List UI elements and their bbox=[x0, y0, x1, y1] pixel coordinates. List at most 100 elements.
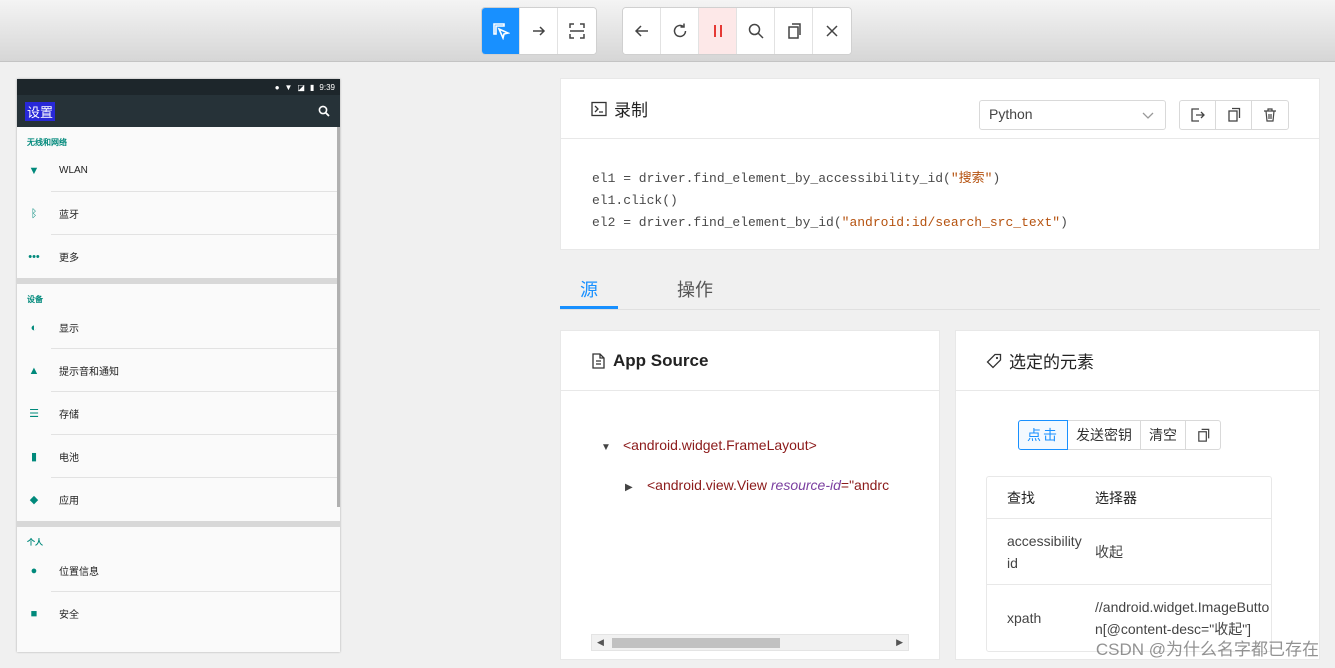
quit-session-button[interactable] bbox=[813, 8, 851, 54]
settings-item-security[interactable]: ■ 安全 bbox=[17, 592, 340, 635]
tab-source[interactable]: 源 bbox=[560, 276, 618, 309]
settings-item-label: 位置信息 bbox=[51, 549, 340, 592]
section-header: 无线和网络 bbox=[27, 138, 67, 147]
wifi-status-icon: ▼ bbox=[284, 82, 293, 92]
copy-code-button[interactable] bbox=[1216, 101, 1252, 129]
chevron-down-icon bbox=[1142, 112, 1154, 119]
settings-item-apps[interactable]: ◆ 应用 bbox=[17, 478, 340, 521]
tree-node-label: <android.view.View bbox=[647, 477, 771, 493]
settings-item-storage[interactable]: ☰ 存储 bbox=[17, 392, 340, 435]
code-text: el2 = driver.find_element_by_id( bbox=[592, 215, 842, 230]
more-icon: ••• bbox=[28, 250, 40, 263]
file-icon bbox=[591, 352, 606, 369]
session-actions-group bbox=[622, 7, 852, 55]
clear-button[interactable]: 清空 bbox=[1140, 420, 1186, 450]
settings-item-label: 提示音和通知 bbox=[51, 349, 340, 392]
section-wireless: 无线和网络 ▼ WLAN ᛒ 蓝牙 ••• 更多 bbox=[17, 127, 340, 284]
refresh-icon bbox=[673, 23, 686, 38]
column-header-find: 查找 bbox=[1007, 489, 1035, 506]
swipe-button[interactable] bbox=[520, 8, 558, 54]
table-row: accessibility id 收起 bbox=[987, 519, 1271, 585]
caret-down-icon[interactable]: ▼ bbox=[601, 442, 623, 453]
location-icon: ● bbox=[30, 564, 38, 577]
code-line: el2 = driver.find_element_by_id("android… bbox=[592, 215, 1068, 230]
bluetooth-icon: ᛒ bbox=[30, 207, 38, 220]
selected-element-header: 选定的元素 bbox=[956, 331, 1319, 391]
no-sim-icon: ◪ bbox=[297, 82, 306, 92]
selector-value[interactable]: 收起 bbox=[1085, 542, 1271, 562]
settings-item-wlan[interactable]: ▼ WLAN bbox=[17, 149, 340, 192]
code-line: el1.click() bbox=[592, 193, 678, 208]
scroll-left-icon[interactable]: ◀ bbox=[597, 637, 604, 648]
tree-node-framelayout[interactable]: ▼ <android.widget.FrameLayout> bbox=[601, 437, 817, 453]
recorded-code: el1 = driver.find_element_by_accessibili… bbox=[592, 168, 1068, 234]
settings-item-display[interactable]: ◐ 显示 bbox=[17, 306, 340, 349]
code-text: el1 = driver.find_element_by_accessibili… bbox=[592, 171, 951, 186]
caret-right-icon[interactable]: ▶ bbox=[625, 482, 647, 493]
recorder-actions bbox=[1179, 100, 1289, 130]
language-select[interactable]: Python bbox=[979, 100, 1166, 130]
refresh-button[interactable] bbox=[661, 8, 699, 54]
display-icon: ◐ bbox=[30, 321, 38, 334]
scrollbar-thumb[interactable] bbox=[612, 638, 780, 648]
copy-icon bbox=[1227, 107, 1240, 122]
select-icon bbox=[492, 23, 510, 40]
device-status-bar: ● ▼ ◪ ▮ 9:39 bbox=[17, 79, 340, 95]
code-line: el1 = driver.find_element_by_accessibili… bbox=[592, 171, 1000, 186]
settings-item-battery[interactable]: ▮ 电池 bbox=[17, 435, 340, 478]
show-boilerplate-button[interactable] bbox=[1180, 101, 1216, 129]
scan-icon bbox=[569, 23, 585, 39]
selector-table: 查找 选择器 accessibility id 收起 xpath //andro… bbox=[986, 476, 1272, 652]
clear-recording-button[interactable] bbox=[1252, 101, 1288, 129]
pause-icon bbox=[713, 25, 722, 37]
settings-item-location[interactable]: ● 位置信息 bbox=[17, 549, 340, 592]
settings-item-bluetooth[interactable]: ᛒ 蓝牙 bbox=[17, 192, 340, 235]
settings-app-bar: 设置 bbox=[17, 95, 340, 127]
battery-icon: ▮ bbox=[30, 451, 38, 463]
settings-item-label: WLAN bbox=[51, 149, 340, 192]
back-button[interactable] bbox=[623, 8, 661, 54]
find-strategy: xpath bbox=[1007, 610, 1042, 626]
search-button[interactable] bbox=[737, 8, 775, 54]
app-source-title: App Source bbox=[613, 350, 709, 370]
copy-xml-button[interactable] bbox=[775, 8, 813, 54]
copy-attributes-button[interactable] bbox=[1185, 420, 1221, 450]
section-device: 设备 ◐ 显示 ▲ 提示音和通知 ☰ 存储 ▮ 电池 ◆ 应用 bbox=[17, 284, 340, 527]
export-icon bbox=[1190, 108, 1205, 122]
tap-coordinates-button[interactable] bbox=[558, 8, 596, 54]
status-time: 9:39 bbox=[319, 82, 335, 92]
code-text: ) bbox=[1060, 215, 1068, 230]
lock-icon: ■ bbox=[30, 607, 38, 620]
section-header: 个人 bbox=[27, 538, 43, 547]
section-personal: 个人 ● 位置信息 ■ 安全 bbox=[17, 527, 340, 635]
settings-item-notifications[interactable]: ▲ 提示音和通知 bbox=[17, 349, 340, 392]
search-icon[interactable] bbox=[318, 105, 330, 117]
tree-node-view[interactable]: ▶ <android.view.View resource-id="andrc bbox=[625, 477, 889, 493]
settings-item-more[interactable]: ••• 更多 bbox=[17, 235, 340, 278]
settings-item-label: 蓝牙 bbox=[51, 192, 340, 235]
tree-node-label: <android.widget.FrameLayout> bbox=[623, 437, 817, 453]
settings-item-label: 应用 bbox=[59, 496, 79, 507]
column-header-selector: 选择器 bbox=[1095, 489, 1137, 506]
tab-actions[interactable]: 操作 bbox=[677, 276, 713, 309]
find-strategy: accessibility id bbox=[1007, 532, 1082, 571]
tap-button[interactable]: 点击 bbox=[1018, 420, 1068, 450]
selected-element-panel: 选定的元素 点击 发送密钥 清空 查找 选择器 accessibility id… bbox=[955, 330, 1320, 660]
settings-title[interactable]: 设置 bbox=[25, 101, 56, 121]
selector-value[interactable]: //android.widget.ImageButton[@content-de… bbox=[1085, 596, 1271, 640]
device-screenshot[interactable]: ● ▼ ◪ ▮ 9:39 设置 无线和网络 ▼ WLAN ᛒ 蓝牙 ••• 更多… bbox=[17, 79, 340, 652]
search-icon bbox=[748, 23, 764, 39]
recorder-panel: 录制 Python el1 = driver.find_element_by_a… bbox=[560, 78, 1320, 250]
watermark: CSDN @为什么名字都已存在 bbox=[1095, 640, 1319, 659]
source-horizontal-scrollbar[interactable]: ◀ ▶ bbox=[591, 634, 909, 651]
pause-recording-button[interactable] bbox=[699, 8, 737, 54]
device-scrollbar bbox=[337, 127, 340, 507]
settings-item-label: 存储 bbox=[51, 392, 340, 435]
send-keys-button[interactable]: 发送密钥 bbox=[1067, 420, 1141, 450]
section-header: 设备 bbox=[27, 295, 43, 304]
element-actions: 点击 发送密钥 清空 bbox=[1018, 420, 1221, 450]
language-value: Python bbox=[989, 106, 1033, 122]
select-element-button[interactable] bbox=[482, 8, 520, 54]
bell-icon: ▲ bbox=[28, 364, 40, 377]
scroll-right-icon[interactable]: ▶ bbox=[896, 637, 903, 648]
